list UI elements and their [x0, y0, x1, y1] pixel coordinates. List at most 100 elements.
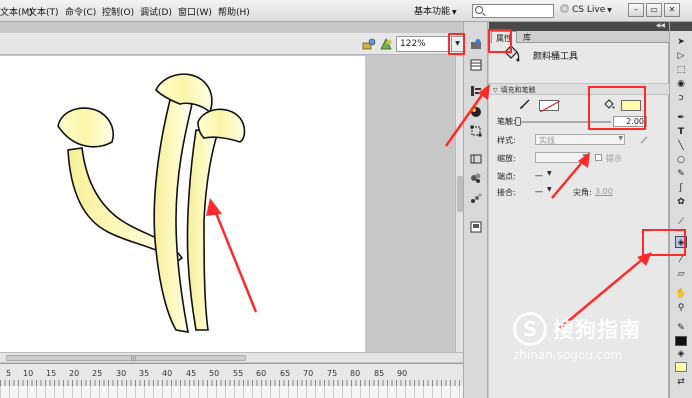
ruler-label: 25 — [92, 369, 103, 378]
highlight-box-paint-bucket — [642, 229, 686, 256]
tool-name: 颜料桶工具 — [533, 52, 579, 62]
color-panel-icon[interactable] — [470, 106, 482, 118]
style-select[interactable]: 实线 ▼ — [535, 134, 625, 145]
workspace-switcher[interactable]: 基本功能 ▼ — [414, 4, 466, 18]
motion-presets-icon[interactable] — [470, 172, 482, 184]
ruler-label: 10 — [23, 369, 34, 378]
hint-checkbox[interactable] — [595, 154, 602, 161]
menu-item-control[interactable]: 控制(O) — [102, 5, 134, 18]
watermark-url: zhinan.sogou.com — [513, 348, 623, 362]
timeline[interactable]: 5 10 15 20 25 30 35 40 45 50 55 60 65 70… — [0, 363, 463, 398]
panel-tabs: 属性 库 — [489, 31, 669, 43]
left-cap — [57, 107, 115, 148]
fill-color-swatch[interactable] — [675, 362, 687, 372]
section-title: 填充和笔触 — [500, 86, 536, 94]
caret-down-icon: ▼ — [607, 7, 612, 14]
ruler-label: 50 — [209, 369, 220, 378]
properties-panel-icon[interactable] — [470, 38, 482, 50]
scroll-thumb[interactable]: ||| — [6, 355, 246, 362]
scale-select[interactable]: ▼ — [535, 152, 589, 163]
menu-bar: 文本(M) 文本(T) 命令(C) 控制(O) 调试(D) 窗口(W) 帮助(H… — [0, 0, 692, 22]
vertical-scrollbar[interactable] — [455, 56, 463, 356]
cs-live-icon — [560, 4, 569, 13]
components-panel-icon[interactable] — [470, 192, 482, 204]
caret-down-icon: ▼ — [452, 9, 457, 16]
watermark-brand: 搜狗指南 — [553, 318, 641, 342]
edit-stroke-style-icon[interactable] — [639, 135, 649, 145]
cap-select[interactable]: 一 — [535, 171, 543, 182]
ruler-label: 45 — [186, 369, 197, 378]
close-button[interactable]: ✕ — [664, 3, 680, 17]
stroke-size-label: 笔触: — [497, 117, 516, 126]
subselection-tool-icon[interactable]: ▷ — [675, 50, 687, 62]
search-icon — [475, 6, 483, 14]
ruler-label: 5 — [6, 369, 12, 378]
pen-tool-icon[interactable]: ✒ — [675, 112, 687, 124]
chevron-down-icon: ▼ — [618, 135, 623, 142]
zoom-tool-icon[interactable]: ⚲ — [675, 302, 687, 314]
ruler-label: 65 — [280, 369, 291, 378]
history-panel-icon[interactable] — [470, 221, 482, 233]
right-stem — [186, 129, 220, 331]
deco-tool-icon[interactable]: ✿ — [675, 196, 687, 208]
menu-item-debug[interactable]: 调试(D) — [140, 5, 172, 18]
align-panel-icon[interactable] — [470, 85, 482, 97]
menu-item-window[interactable]: 窗口(W) — [178, 5, 212, 18]
miter-input[interactable]: 3.00 — [595, 187, 613, 196]
menu-item-help[interactable]: 帮助(H) — [218, 5, 250, 18]
ruler-label: 20 — [69, 369, 80, 378]
maximize-button[interactable]: ▭ — [646, 3, 662, 17]
tab-library[interactable]: 库 — [519, 31, 535, 43]
menu-item-text[interactable]: 文本(T) — [28, 5, 59, 18]
sogou-logo-icon: S — [513, 312, 547, 346]
ruler-label: 80 — [350, 369, 361, 378]
transform-panel-icon[interactable] — [470, 125, 482, 137]
bone-tool-icon[interactable]: ⟋ — [675, 216, 687, 228]
minimize-button[interactable]: – — [628, 3, 644, 17]
ruler-label: 70 — [303, 369, 314, 378]
pencil-stroke-icon — [520, 99, 530, 109]
style-label: 样式: — [497, 136, 516, 145]
chevron-down-icon: ▼ — [582, 153, 587, 160]
ruler-label: 40 — [162, 369, 173, 378]
text-tool-icon[interactable]: T — [675, 126, 687, 138]
stroke-size-slider-knob[interactable] — [515, 117, 521, 126]
free-transform-tool-icon[interactable]: ⬚ — [675, 64, 687, 76]
search-input[interactable] — [472, 4, 554, 18]
panel-header-bar: ◀◀ — [489, 22, 669, 31]
3d-rotation-tool-icon[interactable]: ◉ — [675, 78, 687, 90]
hand-tool-icon[interactable]: ✋ — [675, 288, 687, 300]
ruler-label: 90 — [397, 369, 408, 378]
join-select[interactable]: 一 — [535, 187, 543, 198]
line-tool-icon[interactable]: ╲ — [675, 140, 687, 152]
highlight-box-fill-color — [588, 86, 646, 130]
stroke-color-swatch[interactable] — [539, 100, 561, 113]
ruler-label: 60 — [256, 369, 267, 378]
panel-header-bar — [670, 22, 692, 31]
edit-symbols-icon[interactable] — [362, 37, 376, 51]
cs-live-button[interactable]: CS Live ▼ — [560, 4, 612, 15]
timeline-frames[interactable] — [0, 386, 463, 398]
horizontal-scrollbar[interactable]: ||| — [0, 352, 463, 362]
library-panel-icon[interactable] — [470, 59, 482, 71]
edit-scene-icon[interactable] — [379, 37, 393, 51]
pencil-tool-icon[interactable]: ✎ — [675, 168, 687, 180]
collapse-icon[interactable]: ◀◀ — [656, 22, 665, 29]
right-cap — [197, 108, 246, 143]
grip-icon: ||| — [131, 356, 137, 362]
info-panel-icon[interactable] — [470, 153, 482, 165]
stage-canvas[interactable] — [0, 56, 365, 354]
selection-tool-icon[interactable]: ➤ — [675, 36, 687, 48]
cs-live-label: CS Live — [572, 5, 606, 15]
ruler-label: 30 — [116, 369, 127, 378]
brush-tool-icon[interactable]: ʃ — [675, 182, 687, 194]
stroke-color-swatch[interactable] — [675, 336, 687, 346]
style-value: 实线 — [539, 136, 555, 145]
lasso-tool-icon[interactable]: ↄ — [675, 92, 687, 104]
swap-colors-icon[interactable]: ⇄ — [675, 376, 687, 388]
eraser-tool-icon[interactable]: ▱ — [675, 268, 687, 280]
ruler-label: 15 — [46, 369, 57, 378]
no-color-slash-icon — [539, 100, 561, 113]
menu-item-commands[interactable]: 命令(C) — [65, 5, 96, 18]
oval-tool-icon[interactable]: ○ — [675, 154, 687, 166]
